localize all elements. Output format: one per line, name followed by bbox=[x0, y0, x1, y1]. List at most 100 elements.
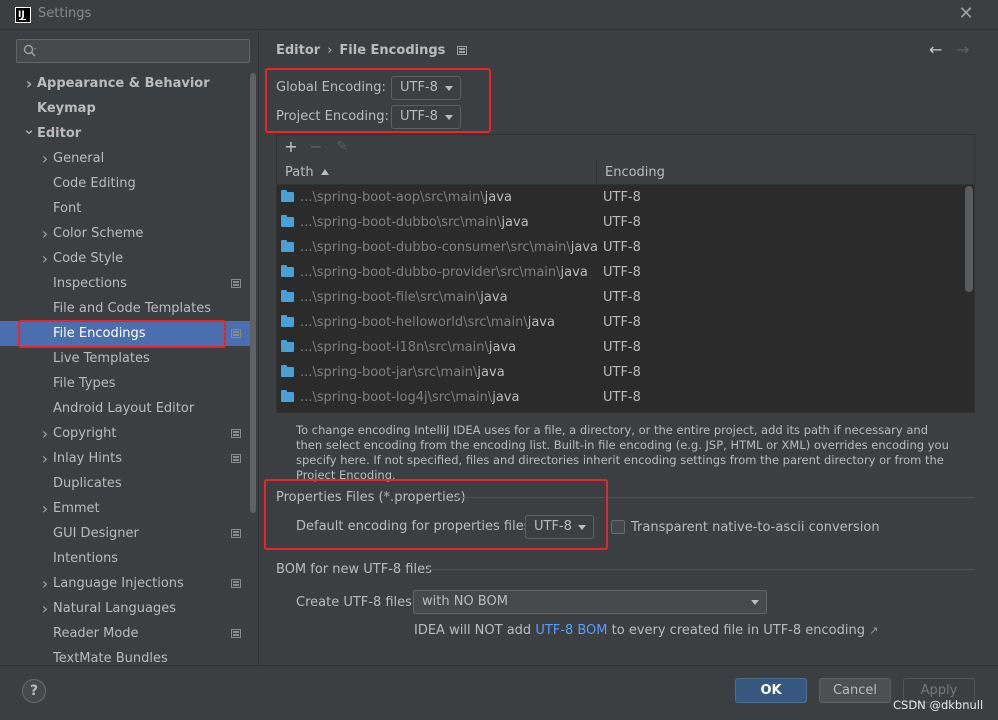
table-row[interactable]: ...\spring-boot-dubbo\src\main\java UTF-8 bbox=[277, 210, 965, 235]
edit-icon[interactable]: ✎ bbox=[332, 137, 352, 157]
table-row[interactable]: ...\spring-boot-helloworld\src\main\java… bbox=[277, 310, 965, 335]
sidebar-item-label: Live Templates bbox=[53, 351, 150, 366]
breadcrumb-separator: › bbox=[327, 43, 333, 58]
sidebar-item-intentions[interactable]: Intentions bbox=[0, 546, 256, 571]
column-header-encoding[interactable]: Encoding bbox=[597, 160, 974, 185]
transparent-conversion-label[interactable]: Transparent native-to-ascii conversion bbox=[631, 520, 880, 535]
sidebar-item-inlay-hints[interactable]: › Inlay Hints bbox=[0, 446, 256, 471]
sidebar-item-emmet[interactable]: › Emmet bbox=[0, 496, 256, 521]
sidebar-item-keymap[interactable]: Keymap bbox=[0, 96, 256, 121]
help-button[interactable]: ? bbox=[22, 679, 46, 703]
sidebar-scrollbar-thumb[interactable] bbox=[250, 73, 256, 513]
encoding-cell[interactable]: UTF-8 bbox=[603, 360, 641, 385]
project-encoding-dropdown[interactable]: UTF-8 bbox=[391, 105, 461, 129]
column-header-path[interactable]: Path bbox=[277, 160, 597, 185]
chevron-right-icon[interactable]: › bbox=[38, 421, 52, 446]
chevron-right-icon[interactable]: › bbox=[38, 496, 52, 521]
sidebar-item-label: General bbox=[53, 151, 105, 166]
encoding-cell[interactable]: UTF-8 bbox=[603, 185, 641, 210]
remove-icon[interactable]: − bbox=[306, 137, 326, 157]
sidebar-item-label: Natural Languages bbox=[53, 601, 177, 616]
chevron-right-icon[interactable]: › bbox=[22, 71, 36, 96]
bom-create-dropdown[interactable]: with NO BOM bbox=[413, 590, 767, 614]
sidebar-item-android-layout-editor[interactable]: Android Layout Editor bbox=[0, 396, 256, 421]
sidebar-item-label: Font bbox=[53, 201, 82, 216]
folder-icon bbox=[281, 215, 294, 227]
sidebar-item-gui-designer[interactable]: GUI Designer bbox=[0, 521, 256, 546]
path-encoding-panel: + − ✎ Path Encoding ...\spring-boot-aop\… bbox=[276, 134, 975, 413]
sidebar-item-duplicates[interactable]: Duplicates bbox=[0, 471, 256, 496]
table-scrollbar-thumb[interactable] bbox=[965, 186, 973, 292]
search-input[interactable] bbox=[16, 39, 250, 63]
table-row[interactable]: ...\spring-boot-i18n\src\main\java UTF-8 bbox=[277, 335, 965, 360]
sidebar-item-appearance-behavior[interactable]: › Appearance & Behavior bbox=[0, 71, 256, 96]
transparent-conversion-checkbox[interactable] bbox=[611, 520, 625, 534]
sidebar-item-code-style[interactable]: › Code Style bbox=[0, 246, 256, 271]
encoding-cell[interactable]: UTF-8 bbox=[603, 335, 641, 360]
encoding-cell[interactable]: UTF-8 bbox=[603, 260, 641, 285]
back-arrow-icon[interactable]: ← bbox=[929, 40, 942, 59]
ok-button[interactable]: OK bbox=[735, 678, 807, 703]
breadcrumb-editor[interactable]: Editor bbox=[276, 43, 320, 58]
path-prefix: ...\spring-boot-jar\src\main\ bbox=[300, 365, 478, 380]
table-row[interactable]: ...\spring-boot-dubbo-consumer\src\main\… bbox=[277, 235, 965, 260]
path-leaf: java bbox=[477, 365, 505, 380]
utf8-bom-link[interactable]: UTF-8 BOM bbox=[535, 623, 607, 638]
path-prefix: ...\spring-boot-dubbo-consumer\src\main\ bbox=[300, 240, 571, 255]
encoding-cell[interactable]: UTF-8 bbox=[603, 285, 641, 310]
chevron-right-icon[interactable]: › bbox=[38, 596, 52, 621]
table-row[interactable]: ...\spring-boot-jar\src\main\java UTF-8 bbox=[277, 360, 965, 385]
sidebar-item-font[interactable]: Font bbox=[0, 196, 256, 221]
path-leaf: java bbox=[488, 340, 517, 355]
cancel-button[interactable]: Cancel bbox=[819, 678, 891, 703]
sidebar-item-reader-mode[interactable]: Reader Mode bbox=[0, 621, 256, 646]
chevron-right-icon[interactable]: › bbox=[38, 246, 52, 271]
folder-icon bbox=[281, 190, 294, 202]
window-title: Settings bbox=[38, 6, 92, 21]
sidebar-item-label: File Encodings bbox=[53, 326, 146, 341]
sidebar-item-file-encodings[interactable]: File Encodings bbox=[0, 321, 256, 346]
properties-encoding-dropdown[interactable]: UTF-8 bbox=[525, 515, 594, 539]
folder-icon bbox=[281, 340, 294, 352]
path-cell: ...\spring-boot-dubbo-consumer\src\main\… bbox=[300, 235, 598, 260]
encoding-cell[interactable]: UTF-8 bbox=[603, 210, 641, 235]
bom-separator bbox=[426, 569, 975, 570]
sidebar-item-inspections[interactable]: Inspections bbox=[0, 271, 256, 296]
bom-note-before: IDEA will NOT add bbox=[414, 623, 536, 638]
add-icon[interactable]: + bbox=[281, 137, 301, 157]
path-prefix: ...\spring-boot-aop\src\main\ bbox=[300, 190, 485, 205]
table-row[interactable]: ...\spring-boot-aop\src\main\java UTF-8 bbox=[277, 185, 965, 210]
sidebar-item-language-injections[interactable]: › Language Injections bbox=[0, 571, 256, 596]
chevron-right-icon[interactable]: › bbox=[38, 571, 52, 596]
encoding-cell[interactable]: UTF-8 bbox=[603, 235, 641, 260]
sidebar-item-editor[interactable]: ⌄ Editor bbox=[0, 121, 256, 146]
table-row[interactable]: ...\spring-boot-log4j\src\main\java UTF-8 bbox=[277, 385, 965, 410]
encoding-cell[interactable]: UTF-8 bbox=[603, 385, 641, 410]
sidebar-item-copyright[interactable]: › Copyright bbox=[0, 421, 256, 446]
close-icon[interactable]: ✕ bbox=[956, 4, 976, 24]
chevron-right-icon[interactable]: › bbox=[38, 221, 52, 246]
table-row[interactable]: ...\spring-boot-file\src\main\java UTF-8 bbox=[277, 285, 965, 310]
path-leaf: java bbox=[527, 315, 555, 330]
path-prefix: ...\spring-boot-helloworld\src\main\ bbox=[300, 315, 528, 330]
chevron-right-icon[interactable]: › bbox=[38, 146, 52, 171]
sidebar-item-code-editing[interactable]: Code Editing bbox=[0, 171, 256, 196]
folder-icon bbox=[281, 265, 294, 277]
sidebar-item-file-types[interactable]: File Types bbox=[0, 371, 256, 396]
sidebar-item-live-templates[interactable]: Live Templates bbox=[0, 346, 256, 371]
forward-arrow-icon[interactable]: → bbox=[956, 40, 969, 59]
global-encoding-value: UTF-8 bbox=[400, 80, 438, 95]
encoding-cell[interactable]: UTF-8 bbox=[603, 310, 641, 335]
chevron-down-icon[interactable]: ⌄ bbox=[22, 121, 36, 146]
sidebar-item-file-and-code-templates[interactable]: File and Code Templates bbox=[0, 296, 256, 321]
path-prefix: ...\spring-boot-file\src\main\ bbox=[300, 290, 481, 305]
path-leaf: java bbox=[492, 390, 520, 405]
chevron-right-icon[interactable]: › bbox=[38, 446, 52, 471]
sidebar-item-general[interactable]: › General bbox=[0, 146, 256, 171]
sidebar-item-natural-languages[interactable]: › Natural Languages bbox=[0, 596, 256, 621]
bom-section-title: BOM for new UTF-8 files bbox=[276, 562, 432, 577]
global-encoding-dropdown[interactable]: UTF-8 bbox=[391, 76, 461, 100]
external-link-icon: ↗ bbox=[869, 624, 879, 637]
table-row[interactable]: ...\spring-boot-dubbo-provider\src\main\… bbox=[277, 260, 965, 285]
sidebar-item-color-scheme[interactable]: › Color Scheme bbox=[0, 221, 256, 246]
